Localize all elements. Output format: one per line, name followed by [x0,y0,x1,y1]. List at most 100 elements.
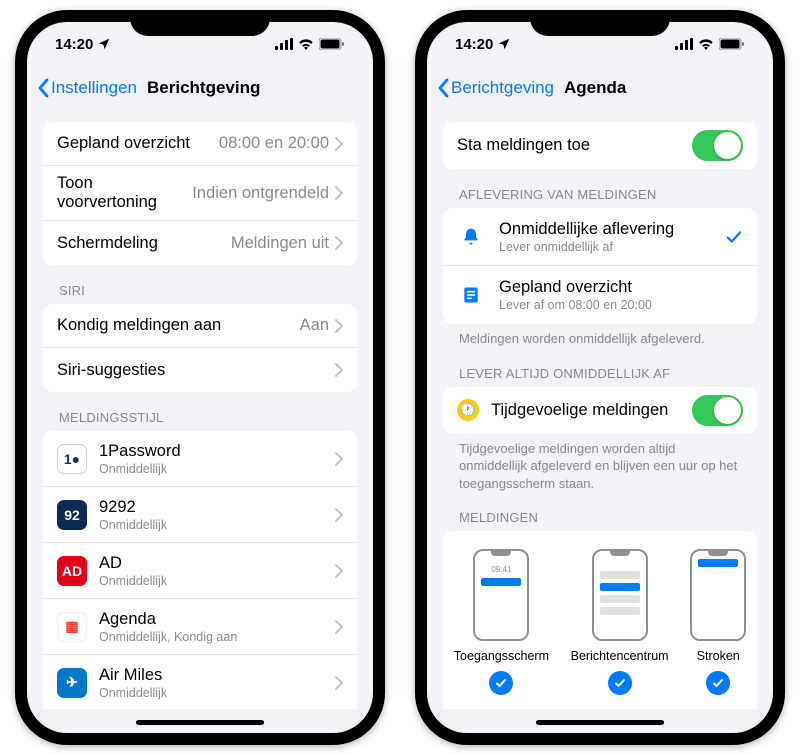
delivery-header: AFLEVERING VAN MELDINGEN [443,169,757,208]
preview-phone-icon [592,549,648,641]
app-sub: Onmiddellijk, Kondig aan [99,630,335,644]
row-value: 08:00 en 20:00 [219,134,329,153]
status-time: 14:20 [455,36,493,53]
delivery-sub: Lever onmiddellijk af [499,240,725,254]
content-left[interactable]: Gepland overzicht 08:00 en 20:00 Toon vo… [27,110,373,709]
clock-icon: 🕐 [457,399,479,421]
row-scheduled-delivery[interactable]: Gepland overzicht Lever af om 08:00 en 2… [443,266,757,324]
row-allow-notifications[interactable]: Sta meldingen toe [443,122,757,169]
row-value: Indien ontgrendeld [192,184,329,203]
app-sub: Onmiddellijk [99,686,335,700]
wifi-icon [298,38,314,50]
group-alerts: 09:41 Toegangsscherm Berichtencentrum [443,531,757,709]
group-delivery: Onmiddellijke aflevering Lever onmiddell… [443,208,757,324]
cellular-icon [675,38,693,50]
battery-icon [319,38,345,50]
page-title: Berichtgeving [147,78,260,98]
chevron-right-icon [335,137,343,151]
document-icon [457,285,485,305]
app-name: Air Miles [99,666,335,685]
row-immediate-delivery[interactable]: Onmiddellijke aflevering Lever onmiddell… [443,208,757,266]
chevron-right-icon [335,676,343,690]
app-name: AD [99,554,335,573]
chevron-left-icon [437,78,449,98]
row-value: Aan [300,316,329,335]
nav-bar: Berichtgeving Agenda [427,66,773,110]
app-name: 1Password [99,442,335,461]
back-label: Berichtgeving [451,78,554,98]
screen-right: 14:20 Berichtgeving Agenda Sta meldingen… [427,22,773,733]
preview-label: Toegangsscherm [454,649,549,663]
app-sub: Onmiddellijk [99,518,335,532]
group-allow: Sta meldingen toe [443,122,757,169]
row-label: Gepland overzicht [57,134,219,153]
checkmark-icon [725,228,743,246]
row-label: Sta meldingen toe [457,136,692,155]
group-immediate: 🕐 Tijdgevoelige meldingen [443,387,757,434]
wifi-icon [698,38,714,50]
delivery-title: Onmiddellijke aflevering [499,220,725,239]
app-row[interactable]: ▦ Agenda Onmiddellijk, Kondig aan [43,599,357,655]
cellular-icon [275,38,293,50]
app-name: Agenda [99,610,335,629]
delivery-footer: Meldingen worden onmiddellijk afgeleverd… [443,324,757,348]
preview-lock[interactable]: 09:41 Toegangsscherm [454,549,549,695]
chevron-right-icon [335,564,343,578]
app-icon: ▦ [57,612,87,642]
checkbox-checked[interactable] [489,671,513,695]
back-button[interactable]: Berichtgeving [437,78,554,98]
home-indicator[interactable] [136,720,264,725]
row-scheduled-summary[interactable]: Gepland overzicht 08:00 en 20:00 [43,122,357,166]
app-row[interactable]: 92 9292 Onmiddellijk [43,487,357,543]
preview-center[interactable]: Berichtencentrum [571,549,669,695]
phone-left: 14:20 Instellingen Berichtgeving Gepla [15,10,385,745]
chevron-right-icon [335,620,343,634]
chevron-right-icon [335,508,343,522]
checkbox-checked[interactable] [608,671,632,695]
preview-banner[interactable]: Stroken [690,549,746,695]
page-title: Agenda [564,78,626,98]
app-sub: Onmiddellijk [99,462,335,476]
back-button[interactable]: Instellingen [37,78,137,98]
preview-label: Stroken [697,649,740,663]
row-siri-suggestions[interactable]: Siri-suggesties [43,348,357,392]
back-label: Instellingen [51,78,137,98]
delivery-sub: Lever af om 08:00 en 20:00 [499,298,743,312]
app-icon: ✈ [57,668,87,698]
chevron-right-icon [335,236,343,250]
row-time-sensitive[interactable]: 🕐 Tijdgevoelige meldingen [443,387,757,434]
row-label: Kondig meldingen aan [57,316,300,335]
status-time: 14:20 [55,36,93,53]
alerts-header: MELDINGEN [443,492,757,531]
row-announce[interactable]: Kondig meldingen aan Aan [43,304,357,348]
time-sensitive-toggle[interactable] [692,395,743,426]
chevron-right-icon [335,452,343,466]
app-row[interactable]: AD AD Onmiddellijk [43,543,357,599]
battery-icon [719,38,745,50]
app-name: 9292 [99,498,335,517]
group-siri: Kondig meldingen aan Aan Siri-suggesties [43,304,357,392]
preview-phone-icon [690,549,746,641]
app-sub: Onmiddellijk [99,574,335,588]
chevron-right-icon [335,363,343,377]
immediate-footer: Tijdgevoelige meldingen worden altijd on… [443,434,757,493]
siri-header: SIRI [43,265,357,304]
app-icon: 92 [57,500,87,530]
row-label: Siri-suggesties [57,361,335,380]
row-label: Toon voorvertoning [57,174,192,212]
checkbox-checked[interactable] [706,671,730,695]
row-screensharing[interactable]: Schermdeling Meldingen uit [43,221,357,265]
location-icon [97,37,111,51]
preview-label: Berichtencentrum [571,649,669,663]
app-row[interactable]: 1● 1Password Onmiddellijk [43,431,357,487]
app-row[interactable]: ✈ Air Miles Onmiddellijk [43,655,357,709]
allow-toggle[interactable] [692,130,743,161]
home-indicator[interactable] [536,720,664,725]
notch [130,10,270,36]
app-icon: AD [57,556,87,586]
row-previews: 09:41 Toegangsscherm Berichtencentrum [443,531,757,709]
row-value: Meldingen uit [231,234,329,253]
content-right[interactable]: Sta meldingen toe AFLEVERING VAN MELDING… [427,110,773,709]
screen-left: 14:20 Instellingen Berichtgeving Gepla [27,22,373,733]
row-preview[interactable]: Toon voorvertoning Indien ontgrendeld [43,166,357,221]
